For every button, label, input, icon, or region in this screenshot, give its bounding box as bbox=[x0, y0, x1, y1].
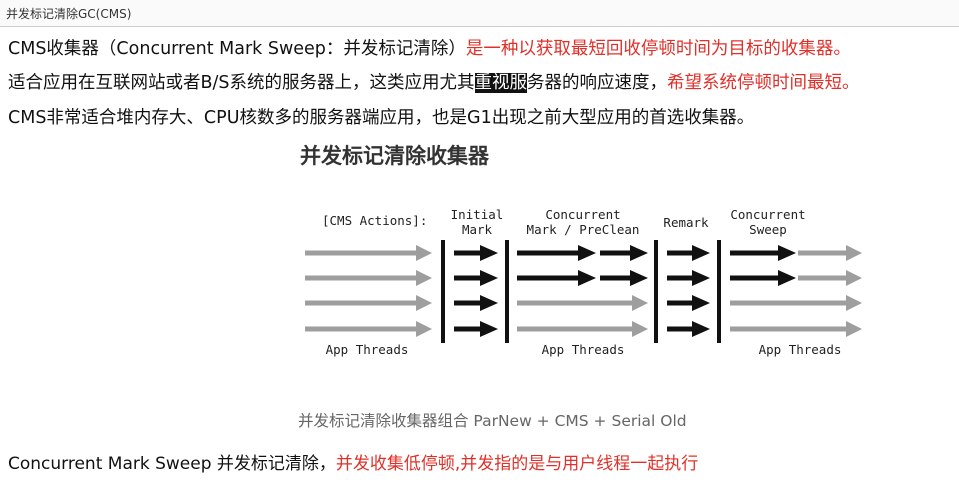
phase-initial-mark-line1: Initial bbox=[451, 207, 504, 222]
diagram-caption: 并发标记清除收集器组合 ParNew + CMS + Serial Old bbox=[298, 412, 687, 430]
thread-arrows bbox=[305, 245, 862, 337]
paragraph-4-emphasis: 并发收集低停顿,并发指的是与用户线程一起执行 bbox=[335, 454, 699, 474]
app-thread-arrow bbox=[305, 270, 432, 286]
gc-concurrent-sweep-arrow bbox=[730, 245, 796, 261]
phase-concurrent-sweep-line1: Concurrent bbox=[730, 207, 805, 222]
app-thread-arrow bbox=[730, 321, 862, 337]
paragraph-4-text: Concurrent Mark Sweep 并发标记清除， bbox=[8, 454, 336, 474]
gc-concurrent-mark-arrow bbox=[600, 245, 648, 261]
gc-initial-mark-arrow bbox=[454, 295, 498, 311]
phase-concurrent-mark-line2: Mark / PreClean bbox=[527, 222, 640, 237]
gc-remark-arrow bbox=[667, 270, 710, 286]
app-threads-label-1: App Threads bbox=[326, 342, 409, 357]
app-threads-label-2: App Threads bbox=[542, 342, 625, 357]
app-thread-arrow bbox=[517, 295, 648, 311]
gc-concurrent-mark-arrow bbox=[600, 270, 648, 286]
phase-remark: Remark bbox=[663, 215, 709, 230]
app-thread-arrow bbox=[517, 321, 648, 337]
paragraph-4: Concurrent Mark Sweep 并发标记清除，并发收集低停顿,并发指… bbox=[8, 453, 698, 475]
gc-concurrent-sweep-arrow bbox=[730, 270, 796, 286]
gc-remark-arrow bbox=[667, 245, 710, 261]
app-thread-arrow bbox=[305, 321, 432, 337]
app-threads-label-3: App Threads bbox=[759, 342, 842, 357]
gc-initial-mark-arrow bbox=[454, 321, 498, 337]
gc-remark-arrow bbox=[667, 295, 710, 311]
app-thread-arrow bbox=[305, 245, 432, 261]
app-thread-arrow bbox=[798, 270, 862, 286]
app-thread-arrow bbox=[798, 245, 862, 261]
app-thread-arrow bbox=[305, 295, 432, 311]
cms-actions-label: [CMS Actions]: bbox=[322, 213, 427, 228]
gc-concurrent-mark-arrow bbox=[517, 270, 596, 286]
gc-concurrent-mark-arrow bbox=[517, 245, 596, 261]
gc-initial-mark-arrow bbox=[454, 270, 498, 286]
phase-concurrent-sweep-line2: Sweep bbox=[749, 222, 787, 237]
gc-remark-arrow bbox=[667, 321, 710, 337]
gc-initial-mark-arrow bbox=[454, 245, 498, 261]
app-thread-arrow bbox=[730, 295, 862, 311]
phase-initial-mark-line2: Mark bbox=[462, 222, 493, 237]
phase-concurrent-mark-line1: Concurrent bbox=[545, 207, 620, 222]
